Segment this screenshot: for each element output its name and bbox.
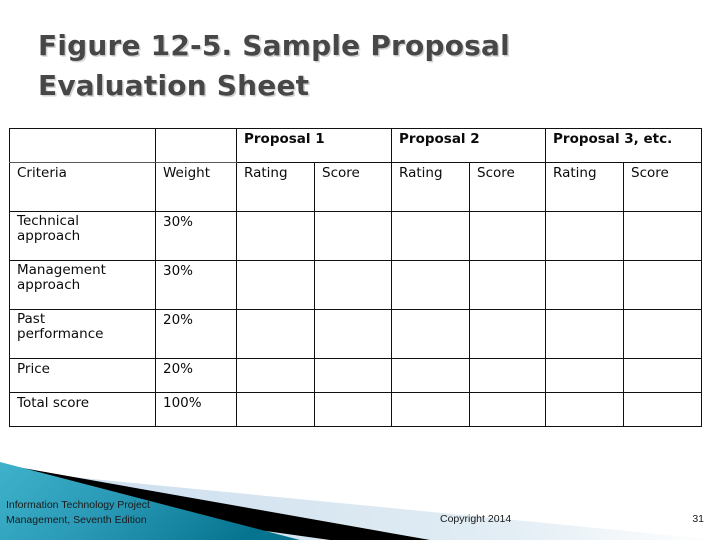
column-header-rating-2: Rating — [391, 162, 471, 212]
cell-score-3[interactable] — [623, 309, 703, 359]
table-row: Technical approach 30% — [9, 211, 703, 261]
group-header-proposal-1: Proposal 1 — [235, 128, 393, 163]
column-header-rating-1: Rating — [236, 162, 315, 212]
cell-score-3[interactable] — [623, 260, 703, 310]
group-header-criteria-blank — [9, 128, 156, 163]
proposal-evaluation-table-container: Proposal 1 Proposal 2 Proposal 3, etc. C… — [9, 128, 703, 427]
table-row: Price 20% — [9, 358, 703, 393]
cell-weight: 20% — [155, 358, 237, 393]
cell-rating-3[interactable] — [545, 309, 625, 359]
table-row: Past performance 20% — [9, 309, 703, 359]
cell-rating-3[interactable] — [545, 358, 625, 393]
cell-rating-1[interactable] — [236, 211, 315, 261]
cell-criteria: Technical approach — [9, 211, 156, 261]
cell-rating-3[interactable] — [545, 260, 625, 310]
cell-weight: 30% — [155, 211, 237, 261]
cell-rating-3[interactable] — [545, 211, 625, 261]
cell-score-3[interactable] — [623, 392, 703, 427]
cell-rating-2[interactable] — [391, 260, 471, 310]
cell-score-3[interactable] — [623, 211, 703, 261]
column-header-score-3: Score — [623, 162, 703, 212]
column-header-score-2: Score — [469, 162, 547, 212]
cell-score-1[interactable] — [313, 260, 393, 310]
cell-score-2[interactable] — [469, 358, 547, 393]
cell-rating-2[interactable] — [391, 358, 471, 393]
cell-rating-1[interactable] — [236, 309, 315, 359]
cell-criteria: Management approach — [9, 260, 156, 310]
cell-score-2[interactable] — [469, 309, 547, 359]
cell-rating-3[interactable] — [545, 392, 625, 427]
cell-score-2[interactable] — [469, 260, 547, 310]
footer-page-number: 31 — [692, 513, 704, 525]
cell-rating-1[interactable] — [236, 260, 315, 310]
table-group-header-row: Proposal 1 Proposal 2 Proposal 3, etc. — [9, 128, 703, 163]
cell-weight: 30% — [155, 260, 237, 310]
cell-criteria: Total score — [9, 392, 156, 427]
cell-score-1[interactable] — [313, 392, 393, 427]
cell-score-3[interactable] — [623, 358, 703, 393]
cell-rating-2[interactable] — [391, 309, 471, 359]
cell-criteria: Past performance — [9, 309, 156, 359]
cell-score-1[interactable] — [313, 309, 393, 359]
column-header-score-1: Score — [313, 162, 393, 212]
footer-book-title: Information Technology Project Managemen… — [6, 498, 150, 526]
table-column-header-row: Criteria Weight Rating Score Rating Scor… — [9, 162, 703, 212]
group-header-proposal-3: Proposal 3, etc. — [545, 128, 703, 163]
cell-score-1[interactable] — [313, 358, 393, 393]
column-header-rating-3: Rating — [545, 162, 625, 212]
cell-rating-1[interactable] — [236, 392, 315, 427]
cell-rating-2[interactable] — [391, 392, 471, 427]
cell-criteria: Price — [9, 358, 156, 393]
table-row: Management approach 30% — [9, 260, 703, 310]
cell-rating-1[interactable] — [236, 358, 315, 393]
group-header-weight-blank — [155, 128, 237, 163]
footer-copyright: Copyright 2014 — [440, 513, 512, 525]
cell-weight: 100% — [155, 392, 237, 427]
cell-rating-2[interactable] — [391, 211, 471, 261]
page-title: Figure 12-5. Sample Proposal Evaluation … — [38, 29, 510, 102]
cell-score-2[interactable] — [469, 211, 547, 261]
cell-weight: 20% — [155, 309, 237, 359]
cell-score-1[interactable] — [313, 211, 393, 261]
column-header-criteria: Criteria — [9, 162, 156, 212]
proposal-evaluation-table: Proposal 1 Proposal 2 Proposal 3, etc. C… — [9, 128, 703, 427]
group-header-proposal-2: Proposal 2 — [391, 128, 547, 163]
column-header-weight: Weight — [155, 162, 237, 212]
cell-score-2[interactable] — [469, 392, 547, 427]
table-row-total: Total score 100% — [9, 392, 703, 427]
